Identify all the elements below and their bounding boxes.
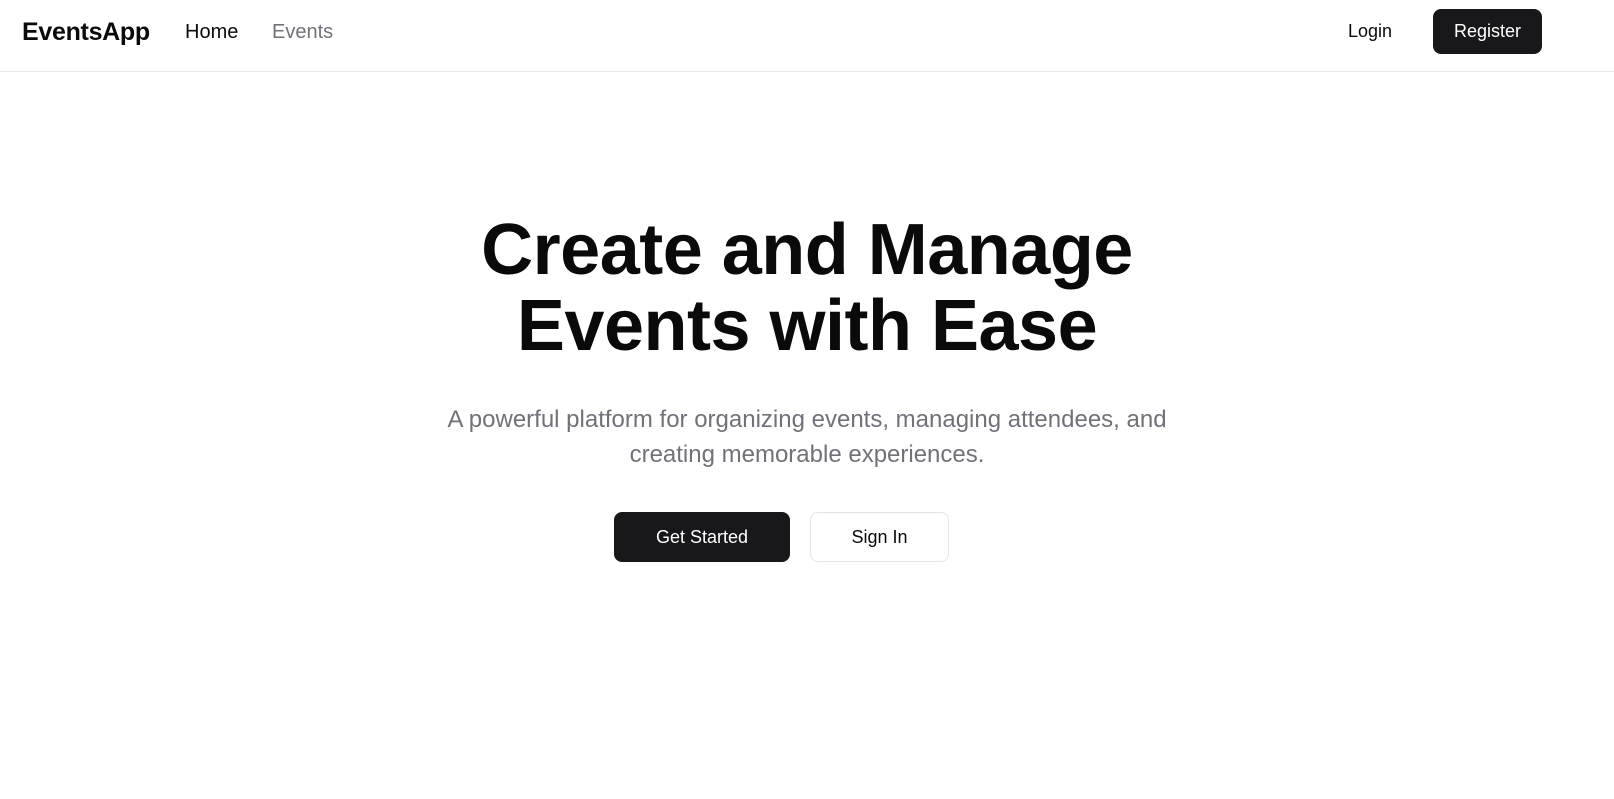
register-button[interactable]: Register — [1433, 9, 1542, 54]
nav-link-home[interactable]: Home — [185, 19, 238, 45]
hero-title: Create and Manage Events with Ease — [307, 212, 1307, 364]
brand-logo[interactable]: EventsApp — [22, 17, 150, 47]
login-button[interactable]: Login — [1326, 9, 1414, 54]
nav-link-events[interactable]: Events — [272, 19, 333, 45]
hero-title-line-2: Events with Ease — [516, 286, 1098, 366]
hero-subtitle: A powerful platform for organizing event… — [357, 402, 1257, 472]
top-navbar: EventsApp Home Events Login Register — [0, 0, 1614, 72]
sign-in-button[interactable]: Sign In — [810, 512, 949, 562]
hero-title-line-1: Create and Manage — [481, 210, 1133, 290]
get-started-button[interactable]: Get Started — [614, 512, 790, 562]
hero-subtitle-line-2: creating memorable experiences. — [629, 441, 985, 468]
hero-subtitle-line-1: A powerful platform for organizing event… — [447, 406, 1167, 433]
hero-section: Create and Manage Events with Ease A pow… — [0, 72, 1614, 799]
